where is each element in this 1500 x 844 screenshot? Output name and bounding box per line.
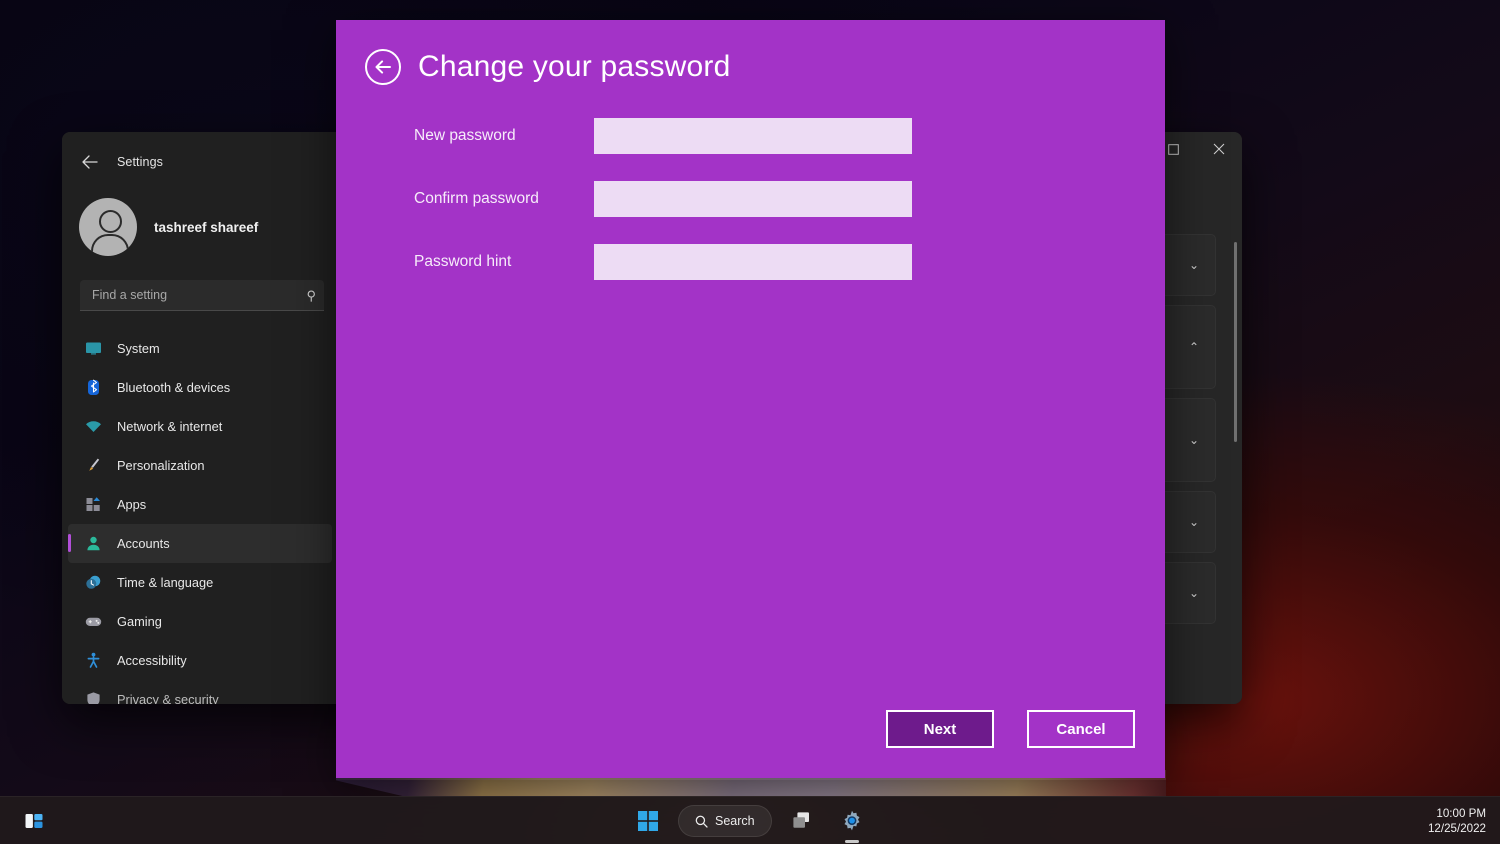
sidebar-label: Accessibility [117, 653, 187, 668]
close-icon[interactable] [1196, 132, 1242, 166]
sidebar-label: Network & internet [117, 419, 222, 434]
sidebar-item-network-internet[interactable]: Network & internet [62, 407, 340, 446]
search-icon [695, 815, 708, 828]
chevron-down-icon: ⌄ [1189, 259, 1199, 271]
monitor-icon [84, 339, 103, 358]
cancel-button[interactable]: Cancel [1027, 710, 1135, 748]
sidebar-label: Gaming [117, 614, 162, 629]
search-icon: ⚲ [306, 289, 316, 302]
search-input[interactable] [92, 288, 306, 302]
confirm-password-label: Confirm password [414, 190, 594, 208]
settings-search-box[interactable]: ⚲ [80, 280, 324, 311]
page-title: Change your password [418, 50, 731, 84]
password-hint-input[interactable] [594, 244, 912, 280]
task-view-icon[interactable] [782, 801, 822, 841]
accessibility-icon [84, 651, 103, 670]
sidebar-item-accessibility[interactable]: Accessibility [62, 641, 340, 680]
bluetooth-icon [84, 378, 103, 397]
sidebar-label: Privacy & security [117, 692, 219, 704]
shield-icon [84, 690, 103, 704]
paintbrush-icon [84, 456, 103, 475]
settings-scrollbar[interactable] [1234, 242, 1237, 442]
person-icon [84, 534, 103, 553]
taskbar-clock[interactable]: 10:00 PM 12/25/2022 [1428, 797, 1486, 844]
chevron-down-icon: ⌄ [1189, 516, 1199, 528]
sidebar-label: Personalization [117, 458, 205, 473]
taskbar-search-label: Search [715, 814, 755, 828]
desktop: Settings tashreef shareef ⚲ System [0, 0, 1500, 844]
field-row-new-password: New password [414, 118, 1165, 154]
clock-globe-icon [84, 573, 103, 592]
user-avatar-icon [79, 198, 137, 256]
next-button[interactable]: Next [886, 710, 994, 748]
back-arrow-circle-icon[interactable] [364, 48, 402, 86]
clock-time: 10:00 PM [1436, 806, 1486, 821]
change-password-dialog: Change your password New password Confir… [336, 20, 1165, 778]
chevron-down-icon: ⌄ [1189, 587, 1199, 599]
sidebar-item-personalization[interactable]: Personalization [62, 446, 340, 485]
account-name: tashreef shareef [154, 220, 258, 235]
password-form: New password Confirm password Password h… [336, 86, 1165, 280]
sidebar-item-bluetooth-devices[interactable]: Bluetooth & devices [62, 368, 340, 407]
settings-nav: System Bluetooth & devices Network & int… [62, 329, 340, 704]
sidebar-item-accounts[interactable]: Accounts [68, 524, 332, 563]
taskbar-search-button[interactable]: Search [678, 805, 772, 837]
sidebar-item-system[interactable]: System [62, 329, 340, 368]
settings-title: Settings [117, 155, 163, 169]
new-password-label: New password [414, 127, 594, 145]
apps-icon [84, 495, 103, 514]
sidebar-label: Time & language [117, 575, 213, 590]
chevron-up-icon: ⌃ [1189, 341, 1199, 353]
sidebar-label: System [117, 341, 160, 356]
sidebar-label: Accounts [117, 536, 170, 551]
settings-sidebar: Settings tashreef shareef ⚲ System [62, 132, 340, 704]
clock-date: 12/25/2022 [1428, 821, 1486, 836]
sidebar-item-apps[interactable]: Apps [62, 485, 340, 524]
chevron-down-icon: ⌄ [1189, 434, 1199, 446]
password-hint-label: Password hint [414, 253, 594, 271]
settings-header: Settings [62, 144, 340, 180]
sidebar-item-privacy-security[interactable]: Privacy & security [62, 680, 340, 704]
sidebar-item-gaming[interactable]: Gaming [62, 602, 340, 641]
taskbar: Search 10:00 PM 12/25/2022 [0, 796, 1500, 844]
field-row-password-hint: Password hint [414, 244, 1165, 280]
gamepad-icon [84, 612, 103, 631]
dialog-actions: Next Cancel [886, 710, 1135, 748]
windows-start-icon[interactable] [628, 801, 668, 841]
taskbar-left [10, 797, 54, 844]
sidebar-label: Bluetooth & devices [117, 380, 230, 395]
account-tile[interactable]: tashreef shareef [62, 180, 340, 256]
settings-gear-icon[interactable] [832, 801, 872, 841]
confirm-password-input[interactable] [594, 181, 912, 217]
sidebar-label: Apps [117, 497, 146, 512]
widgets-icon[interactable] [14, 801, 54, 841]
wifi-icon [84, 417, 103, 436]
field-row-confirm-password: Confirm password [414, 181, 1165, 217]
sidebar-item-time-language[interactable]: Time & language [62, 563, 340, 602]
dialog-header: Change your password [336, 20, 1165, 86]
new-password-input[interactable] [594, 118, 912, 154]
taskbar-center: Search [628, 797, 872, 844]
back-arrow-icon[interactable] [81, 153, 99, 171]
